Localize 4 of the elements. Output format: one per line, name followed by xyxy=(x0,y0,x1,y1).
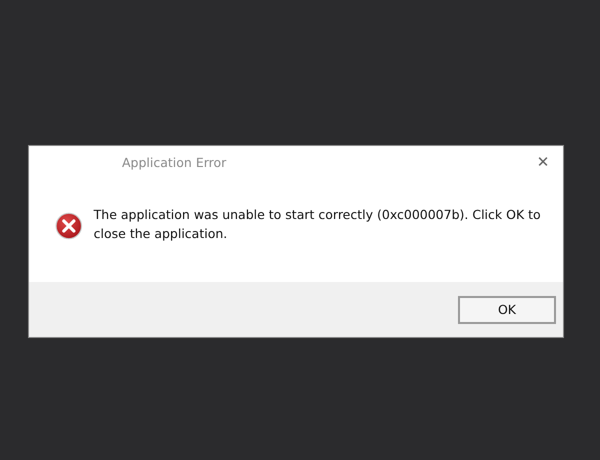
ok-button[interactable]: OK xyxy=(458,296,556,324)
window-title: Application Error xyxy=(122,154,228,170)
error-message: The application was unable to start correctly (0xc000007b). Click OK to close the application. xyxy=(94,206,542,243)
close-button[interactable]: ✕ xyxy=(523,146,563,178)
